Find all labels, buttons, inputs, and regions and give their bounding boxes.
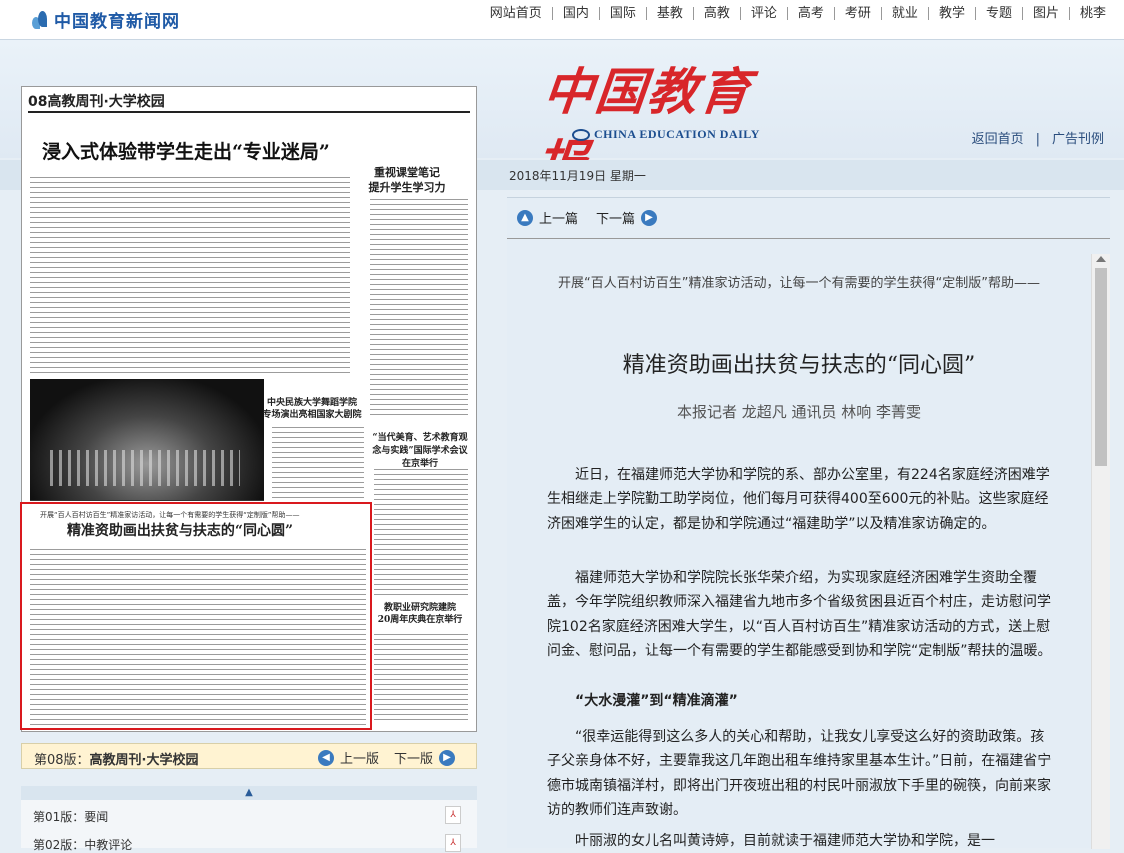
nav-item[interactable]: 评论: [739, 7, 787, 20]
next-page-button[interactable]: 下一版 ▶: [394, 748, 456, 767]
masthead: 中国教育报 CHINA EDUCATION DAILY: [533, 52, 760, 193]
nav-item[interactable]: 教学: [927, 7, 975, 20]
link-separator: |: [1035, 132, 1040, 147]
scrollbar[interactable]: [1091, 254, 1110, 849]
prev-article-icon[interactable]: ▲: [517, 209, 533, 226]
current-page-label: 第08版：高教周刊·大学校园: [34, 749, 199, 768]
next-icon: ▶: [439, 749, 456, 766]
prev-page-label: 上一版: [340, 752, 380, 767]
nav-item[interactable]: 国际: [598, 7, 646, 20]
ad-link[interactable]: 广告刊例: [1046, 132, 1110, 147]
page-rule: [28, 111, 470, 113]
text-block: [374, 632, 468, 722]
nav-item[interactable]: 图片: [1021, 7, 1069, 20]
page-header: 08高教周刊·大学校园: [28, 94, 165, 110]
home-link[interactable]: 返回首页: [966, 132, 1030, 147]
page-list-item[interactable]: 第01版：要闻: [33, 808, 108, 825]
site-logo[interactable]: 中国教育新闻网: [30, 6, 180, 32]
site-logo-icon: [30, 8, 50, 30]
dance-photo: [30, 379, 264, 501]
scroll-up-arrow-icon[interactable]: [1096, 256, 1106, 262]
next-page-label: 下一版: [394, 752, 434, 767]
paper-right-title: “当代美育、艺术教育观念与实践”国际学术会议在京举行: [372, 433, 468, 469]
prev-page-button[interactable]: ◀ 上一版: [318, 748, 379, 767]
next-article-link[interactable]: 下一篇: [596, 208, 635, 227]
text-block: [370, 197, 468, 417]
header-links: 返回首页 | 广告刊例: [966, 128, 1110, 147]
article-subhead: “大水漫灌”到“精准滴灌”: [575, 693, 738, 709]
top-bar: 中国教育新闻网 网站首页 国内 国际 基教 高教 评论 高考 考研 就业 教学 …: [0, 0, 1124, 40]
prev-icon: ◀: [318, 749, 334, 766]
pdf-icon[interactable]: ⅄: [445, 834, 461, 852]
paper-side-title: 重视课堂笔记 提升学生学习力: [368, 166, 446, 194]
text-block: [374, 467, 468, 597]
nav-item[interactable]: 基教: [645, 7, 693, 20]
article-byline: 本报记者 龙超凡 通讯员 林响 李菁雯: [676, 403, 922, 421]
article-paragraph: 叶丽淑的女儿名叫黄诗婷，目前就读于福建师范大学协和学院，是一: [575, 833, 995, 849]
paper-headline-top: 浸入式体验带学生走出“专业迷局”: [42, 141, 330, 163]
collapse-up-icon[interactable]: ▲: [21, 786, 477, 800]
prev-article-link[interactable]: 上一篇: [539, 208, 578, 227]
nav-item[interactable]: 就业: [880, 7, 928, 20]
article-title: 精准资助画出扶贫与扶志的“同心圆”: [622, 353, 976, 378]
next-article-icon[interactable]: ▶: [641, 209, 658, 226]
page-list-item[interactable]: 第02版：中教评论: [33, 836, 132, 853]
page-list: ▲ 第01版：要闻 ⅄ 第02版：中教评论 ⅄: [21, 786, 477, 852]
nav-item[interactable]: 考研: [833, 7, 881, 20]
site-logo-text: 中国教育新闻网: [54, 11, 180, 32]
article-panel: ▲ 上一篇 下一篇 ▶ 开展“百人百村访百生”精准家访活动，让每一个有需要的学生…: [507, 197, 1110, 849]
highlighted-kicker: 开展“百人百村访百生”精准家访活动，让每一个有需要的学生获得“定制版”帮助——: [40, 511, 300, 519]
page-name: 高教周刊·大学校园: [89, 753, 199, 768]
text-block: [272, 425, 364, 505]
article-body: 开展“百人百村访百生”精准家访活动，让每一个有需要的学生获得“定制版”帮助—— …: [507, 254, 1091, 849]
paper-photo-title: 中央民族大学舞蹈学院 专场演出亮相国家大剧院: [262, 398, 362, 420]
scrollbar-thumb[interactable]: [1095, 268, 1107, 466]
article-paragraph: “很幸运能得到这么多人的关心和帮助，让我女儿享受这么好的资助政策。孩子父亲身体不…: [547, 729, 1052, 818]
nav-item[interactable]: 网站首页: [480, 7, 552, 20]
divider: [507, 238, 1110, 239]
globe-icon: [572, 129, 590, 142]
page-navigation: 第08版：高教周刊·大学校园 ◀ 上一版 下一版 ▶: [21, 743, 477, 769]
issue-date: 2018年11月19日 星期一: [509, 169, 646, 183]
main-nav: 网站首页 国内 国际 基教 高教 评论 高考 考研 就业 教学 专题 图片 桃李: [480, 7, 1116, 20]
page-number: 第08版：: [34, 753, 90, 768]
dancers-figure: [50, 450, 240, 486]
text-block: [30, 175, 350, 375]
article-paragraph: 近日，在福建师范大学协和学院的系、部办公室里，有224名家庭经济困难学生相继走上…: [547, 467, 1050, 532]
nav-item[interactable]: 国内: [551, 7, 599, 20]
masthead-en-text: CHINA EDUCATION DAILY: [594, 127, 760, 141]
article-nav: ▲ 上一篇 下一篇 ▶: [517, 208, 658, 227]
highlighted-title: 精准资助画出扶贫与扶志的“同心圆”: [66, 523, 294, 539]
article-kicker: 开展“百人百村访百生”精准家访活动，让每一个有需要的学生获得“定制版”帮助——: [558, 276, 1040, 291]
nav-item[interactable]: 高教: [692, 7, 740, 20]
masthead-subtitle: CHINA EDUCATION DAILY: [572, 127, 760, 142]
nav-item[interactable]: 专题: [974, 7, 1022, 20]
nav-item[interactable]: 高考: [786, 7, 834, 20]
nav-item[interactable]: 桃李: [1068, 7, 1116, 20]
paper-bottom-right-title: 教职业研究院建院 20周年庆典在京举行: [377, 603, 463, 625]
article-paragraph: 福建师范大学协和学院院长张华荣介绍，为实现家庭经济困难学生资助全覆盖，今年学院组…: [547, 570, 1052, 659]
pdf-icon[interactable]: ⅄: [445, 806, 461, 824]
